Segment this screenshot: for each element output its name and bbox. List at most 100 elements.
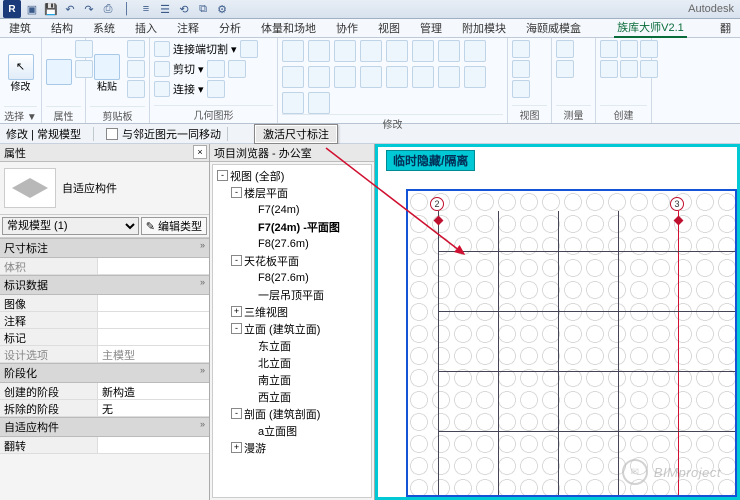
save-icon[interactable]: 💾 xyxy=(43,1,59,17)
match-icon[interactable] xyxy=(127,80,145,98)
expand-icon[interactable]: + xyxy=(231,306,242,317)
measure-along-icon[interactable] xyxy=(556,60,574,78)
create4-icon[interactable] xyxy=(600,60,618,78)
trim-corner-icon[interactable] xyxy=(464,40,486,62)
offset-icon[interactable] xyxy=(334,40,356,62)
align-icon[interactable] xyxy=(282,40,304,62)
view-ext-icon[interactable] xyxy=(512,80,530,98)
expand-icon[interactable]: - xyxy=(231,255,242,266)
edit-type-button[interactable]: ✎编辑类型 xyxy=(141,217,207,235)
prop-mark[interactable]: 标记 xyxy=(0,329,209,346)
expand-icon[interactable]: + xyxy=(231,442,242,453)
move-icon[interactable] xyxy=(308,40,330,62)
ribbon-tab[interactable]: 注释 xyxy=(174,19,202,38)
delete-icon[interactable] xyxy=(464,66,486,88)
ribbon-tab[interactable]: 建筑 xyxy=(6,19,34,38)
activate-dimensions-button[interactable]: 激活尺寸标注 xyxy=(254,124,338,144)
ribbon-tab[interactable]: 系统 xyxy=(90,19,118,38)
grid-handle[interactable] xyxy=(674,216,684,226)
ribbon-tab[interactable]: 插入 xyxy=(132,19,160,38)
prop-phase-demolished[interactable]: 拆除的阶段无 xyxy=(0,400,209,417)
tree-node[interactable]: 东立面 xyxy=(213,337,371,354)
select-icon[interactable]: ☰ xyxy=(157,1,173,17)
group-identity[interactable]: 标识数据 xyxy=(0,275,209,295)
mirror-axis-icon[interactable] xyxy=(386,40,408,62)
expand-icon[interactable]: - xyxy=(231,323,242,334)
tree-node[interactable]: F7(24m) xyxy=(213,201,371,218)
ribbon-tab[interactable]: 翻 xyxy=(717,19,734,38)
undo-icon[interactable]: ↶ xyxy=(62,1,78,17)
measure-dist-icon[interactable] xyxy=(556,40,574,58)
tree-node[interactable]: 北立面 xyxy=(213,354,371,371)
browser-tree[interactable]: -视图 (全部)-楼层平面F7(24m)F7(24m) -平面图F8(27.6m… xyxy=(212,164,372,498)
grid-bubble-2[interactable]: 2 xyxy=(430,197,444,211)
batch-icon[interactable]: ⧉ xyxy=(195,1,211,17)
prop-flip[interactable]: 翻转 xyxy=(0,437,209,454)
app-menu-button[interactable]: R xyxy=(3,0,21,18)
cut-button[interactable]: 剪切▾ xyxy=(154,60,246,78)
ribbon-tab[interactable]: 体量和场地 xyxy=(258,19,319,38)
cut-ext1-icon[interactable] xyxy=(207,60,225,78)
print-icon[interactable]: ⎙ xyxy=(100,1,116,17)
ribbon-tab[interactable]: 分析 xyxy=(216,19,244,38)
cope-ext-icon[interactable] xyxy=(240,40,258,58)
cut-icon[interactable] xyxy=(127,40,145,58)
ribbon-tab[interactable]: 协作 xyxy=(333,19,361,38)
prop-volume[interactable]: 体积 xyxy=(0,258,209,275)
move-with-nearby-checkbox[interactable] xyxy=(106,128,118,140)
demolish-icon[interactable] xyxy=(282,92,304,114)
group-phasing[interactable]: 阶段化 xyxy=(0,363,209,383)
measure-icon[interactable]: ≡ xyxy=(138,1,154,17)
tree-node[interactable]: -天花板平面 xyxy=(213,252,371,269)
close-icon[interactable]: × xyxy=(193,145,207,159)
paste-button[interactable]: 粘贴 xyxy=(90,40,124,106)
copy-tool-icon[interactable] xyxy=(360,40,382,62)
unpin-icon[interactable] xyxy=(438,66,460,88)
close-icon[interactable]: × xyxy=(214,161,370,162)
open-icon[interactable]: ▣ xyxy=(24,1,40,17)
tree-node[interactable]: F8(27.6m) xyxy=(213,235,371,252)
pin-icon[interactable] xyxy=(412,66,434,88)
ribbon-tab[interactable]: 结构 xyxy=(48,19,76,38)
override-icon[interactable] xyxy=(512,60,530,78)
expand-icon[interactable]: - xyxy=(231,187,242,198)
tree-node[interactable]: +三维视图 xyxy=(213,303,371,320)
scale-icon[interactable] xyxy=(386,66,408,88)
join-ext-icon[interactable] xyxy=(207,80,225,98)
ribbon-tab[interactable]: 海颐威模盒 xyxy=(523,19,584,38)
group-adaptive[interactable]: 自适应构件 xyxy=(0,417,209,437)
prop-comment[interactable]: 注释 xyxy=(0,312,209,329)
create1-icon[interactable] xyxy=(600,40,618,58)
expand-icon[interactable]: - xyxy=(231,408,242,419)
create6-icon[interactable] xyxy=(640,60,658,78)
trim-multi-icon[interactable] xyxy=(334,66,356,88)
grid-bubble-3[interactable]: 3 xyxy=(670,197,684,211)
rotate-icon[interactable] xyxy=(438,40,460,62)
tree-node[interactable]: F7(24m) -平面图 xyxy=(213,218,371,235)
sync-icon[interactable]: ⟲ xyxy=(176,1,192,17)
create5-icon[interactable] xyxy=(620,60,638,78)
grid-handle[interactable] xyxy=(434,216,444,226)
prop-phase-created[interactable]: 创建的阶段新构造 xyxy=(0,383,209,400)
tree-node[interactable]: -剖面 (建筑剖面) xyxy=(213,405,371,422)
split-icon[interactable] xyxy=(282,66,304,88)
properties-button[interactable] xyxy=(46,40,72,106)
tree-node[interactable]: F8(27.6m) xyxy=(213,269,371,286)
tree-node[interactable]: a立面图 xyxy=(213,422,371,439)
ribbon-tab[interactable]: 管理 xyxy=(417,19,445,38)
tree-node[interactable]: 一层吊顶平面 xyxy=(213,286,371,303)
tree-node[interactable]: 南立面 xyxy=(213,371,371,388)
create3-icon[interactable] xyxy=(640,40,658,58)
prop-image[interactable]: 图像 xyxy=(0,295,209,312)
trim-single-icon[interactable] xyxy=(308,66,330,88)
tree-node[interactable]: +漫游 xyxy=(213,439,371,456)
addin-icon[interactable]: ⚙ xyxy=(214,1,230,17)
ribbon-tab[interactable]: 附加模块 xyxy=(459,19,509,38)
type-selector-dropdown[interactable]: 常规模型 (1) xyxy=(2,217,139,235)
array-icon[interactable] xyxy=(360,66,382,88)
ribbon-tab[interactable]: 族库大师V2.1 xyxy=(614,19,687,38)
expand-icon[interactable]: - xyxy=(217,170,228,181)
join-button[interactable]: 连接▾ xyxy=(154,80,225,98)
type-selector-box[interactable]: 自适应构件 xyxy=(0,162,209,215)
mirror-draw-icon[interactable] xyxy=(412,40,434,62)
